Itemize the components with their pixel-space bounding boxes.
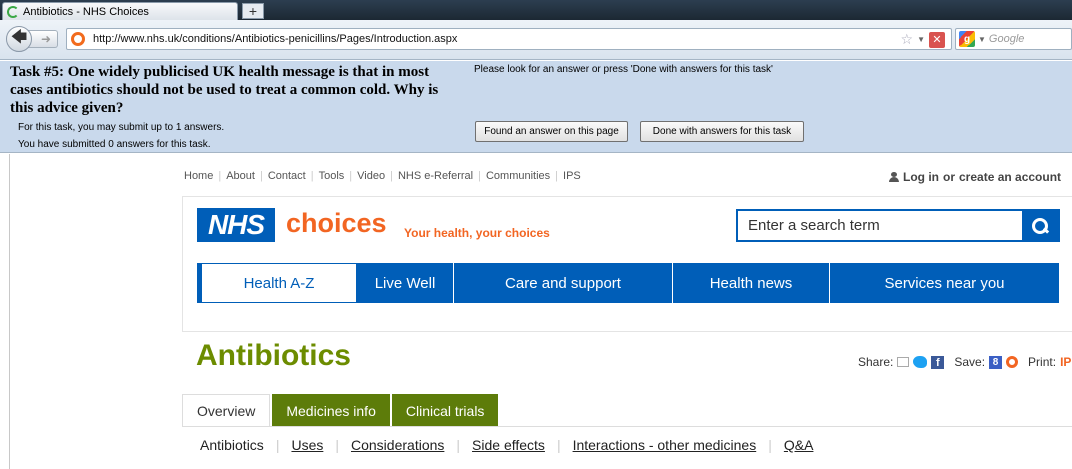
separator: | <box>259 170 263 182</box>
separator: | <box>768 437 772 453</box>
subnav-antibiotics[interactable]: Antibiotics <box>200 437 264 453</box>
utility-link-tools[interactable]: Tools <box>319 170 345 182</box>
browser-tab[interactable]: Antibiotics - NHS Choices <box>2 2 238 20</box>
separator: | <box>478 170 481 182</box>
back-arrow-icon: 🡄 <box>10 28 28 46</box>
subnav-q-and-a[interactable]: Q&A <box>784 437 814 453</box>
healthspace-save-icon[interactable] <box>1006 356 1019 368</box>
login-link[interactable]: Log in <box>903 170 939 184</box>
user-icon <box>889 172 899 182</box>
facebook-icon[interactable]: f <box>931 355 945 369</box>
nav-services-near-you[interactable]: Services near you <box>830 263 1059 303</box>
url-text: http://www.nhs.uk/conditions/Antibiotics… <box>93 33 458 45</box>
site-search-input[interactable] <box>738 211 1022 240</box>
subnav-uses[interactable]: Uses <box>291 437 323 453</box>
account-links: Log in or create an account <box>889 170 1061 184</box>
browser-tab-title: Antibiotics - NHS Choices <box>23 5 149 18</box>
back-button[interactable]: 🡄 <box>6 26 32 52</box>
task-panel: Task #5: One widely publicised UK health… <box>0 61 1072 153</box>
content-tabs: Overview Medicines info Clinical trials <box>182 394 500 427</box>
separator: | <box>218 170 222 182</box>
separator: | <box>275 437 280 453</box>
separator: | <box>349 170 353 182</box>
tab-clinical-trials[interactable]: Clinical trials <box>391 394 499 427</box>
utility-link-home[interactable]: Home <box>184 170 213 182</box>
subnav-considerations[interactable]: Considerations <box>351 437 444 453</box>
email-icon[interactable] <box>897 357 910 367</box>
save-label: Save: <box>954 355 986 369</box>
choices-brand[interactable]: choices <box>286 208 387 239</box>
site-favicon-icon <box>71 32 85 46</box>
share-toolbar: Share: f Save: 8 Print: IP <box>858 355 1072 369</box>
browser-nav-bar: ➜ 🡄 http://www.nhs.uk/conditions/Antibio… <box>0 20 1072 60</box>
new-tab-button[interactable]: + <box>242 3 264 19</box>
account-or-text: or <box>943 170 955 184</box>
page-title: Antibiotics <box>196 339 351 372</box>
utility-link-video[interactable]: Video <box>357 170 385 182</box>
task-prompt: Please look for an answer or press 'Done… <box>474 64 773 75</box>
address-bar[interactable]: http://www.nhs.uk/conditions/Antibiotics… <box>66 28 952 50</box>
print-ip-link[interactable]: IP <box>1060 355 1071 369</box>
page-left-gutter <box>0 154 10 469</box>
separator: | <box>335 437 339 453</box>
twitter-icon[interactable] <box>913 356 928 368</box>
site-search-button[interactable] <box>1022 211 1058 240</box>
brand-tagline: Your health, your choices <box>404 226 550 240</box>
subnav-side-effects[interactable]: Side effects <box>472 437 545 453</box>
utility-link-e-referral[interactable]: NHS e-Referral <box>398 170 473 182</box>
utility-link-about[interactable]: About <box>226 170 255 182</box>
share-label: Share: <box>858 355 894 369</box>
utility-link-communities[interactable]: Communities <box>486 170 550 182</box>
done-answers-button[interactable]: Done with answers for this task <box>640 121 804 142</box>
nhs-logo[interactable]: NHS <box>197 208 275 242</box>
found-answer-button[interactable]: Found an answer on this page <box>475 121 628 142</box>
site-search <box>736 209 1060 242</box>
browser-tab-bar: Antibiotics - NHS Choices + <box>0 0 1072 20</box>
task-question: Task #5: One widely publicised UK health… <box>10 64 439 116</box>
back-forward-group: ➜ 🡄 <box>6 26 64 52</box>
loading-spinner-icon <box>7 5 19 18</box>
tab-medicines-info[interactable]: Medicines info <box>272 394 390 427</box>
separator: | <box>390 170 393 182</box>
separator: | <box>556 437 561 453</box>
tab-divider <box>182 426 1072 427</box>
print-label: Print: <box>1028 355 1057 369</box>
nav-care-and-support[interactable]: Care and support <box>454 263 673 303</box>
separator: | <box>555 170 559 182</box>
task-limit-note: For this task, you may submit up to 1 an… <box>18 122 225 133</box>
forward-button[interactable]: ➜ <box>28 30 58 48</box>
utility-links: Home | About | Contact | Tools | Video | NHS … <box>184 170 581 182</box>
address-bar-actions: ☆ ▼ ✕ <box>901 31 945 48</box>
bookmark-star-icon[interactable]: ☆ <box>901 31 914 48</box>
utility-link-contact[interactable]: Contact <box>268 170 306 182</box>
site-header: NHS choices Your health, your choices He… <box>182 196 1072 332</box>
browser-search-placeholder: Google <box>988 33 1025 45</box>
subnav-interactions[interactable]: Interactions - other medicines <box>573 437 757 453</box>
nav-health-news[interactable]: Health news <box>673 263 830 303</box>
create-account-link[interactable]: create an account <box>959 170 1061 184</box>
nav-health-a-z[interactable]: Health A-Z <box>197 263 357 303</box>
separator: | <box>310 170 314 182</box>
main-nav: Health A-Z Live Well Care and support He… <box>197 263 1059 303</box>
forward-arrow-icon: ➜ <box>40 32 51 46</box>
tab-overview[interactable]: Overview <box>182 394 271 427</box>
task-submitted-note: You have submitted 0 answers for this ta… <box>18 139 211 150</box>
search-engine-dropdown-icon[interactable]: ▼ <box>978 35 986 44</box>
browser-search-box[interactable]: g ▼ Google <box>955 28 1072 50</box>
delicious-save-icon[interactable]: 8 <box>989 355 1003 369</box>
google-icon: g <box>959 31 975 47</box>
nav-live-well[interactable]: Live Well <box>357 263 454 303</box>
separator: | <box>456 437 461 453</box>
search-icon <box>1032 217 1048 234</box>
sub-nav: Antibiotics | Uses | Considerations | Side … <box>200 437 813 453</box>
history-dropdown-icon[interactable]: ▼ <box>917 35 925 44</box>
utility-link-ips[interactable]: IPS <box>563 170 581 182</box>
stop-icon[interactable]: ✕ <box>929 31 945 48</box>
